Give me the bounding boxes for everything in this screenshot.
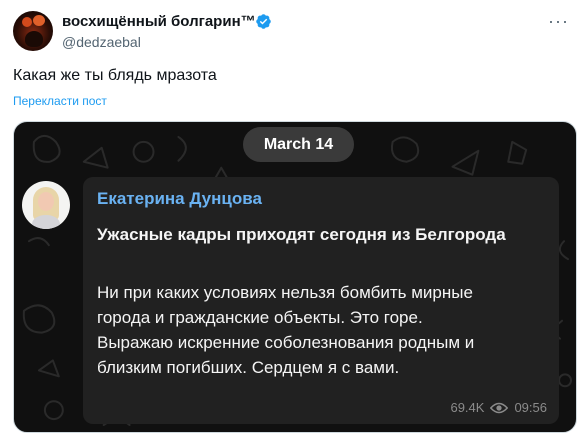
message-bubble: Екатерина Дунцова Ужасные кадры приходят… [83,177,559,424]
translate-post-link[interactable]: Перекласти пост [13,94,107,108]
message-time: 09:56 [514,400,547,415]
user-handle[interactable]: @dedzaebal [62,34,141,50]
tweet-media-image[interactable]: March 14 Екатерина Дунцова Ужасные кадры… [13,121,577,433]
message-headline: Ужасные кадры приходят сегодня из Белгор… [97,225,506,244]
avatar-detail [22,17,32,27]
view-count: 69.4K [450,400,485,415]
more-horizontal-icon[interactable]: ··· [548,11,569,32]
avatar-detail [33,15,45,26]
message-line: Выражаю искренние соболезнования родным … [97,333,475,352]
message-body: Ни при каких условиях нельзя бомбить мир… [97,280,549,380]
avatar-detail [32,215,60,229]
date-pill: March 14 [243,127,354,162]
avatar-detail [25,31,43,47]
channel-avatar [22,181,70,229]
message-line: города и гражданские объекты. Это горе. [97,308,423,327]
message-line: близким погибших. Сердцем я с вами. [97,358,400,377]
verified-badge-icon [256,14,271,29]
eye-icon [490,402,509,413]
message-meta: 69.4K 09:56 [450,400,547,415]
tweet-text: Какая же ты блядь мразота [13,67,217,84]
display-name[interactable]: восхищённый болгарин™ [62,13,256,30]
avatar-detail [38,192,54,211]
message-line: Ни при каких условиях нельзя бомбить мир… [97,283,473,302]
user-avatar[interactable] [13,11,53,51]
message-author: Екатерина Дунцова [97,189,262,208]
tweet-header: восхищённый болгарин™ @dedzaebal ··· [10,7,573,57]
